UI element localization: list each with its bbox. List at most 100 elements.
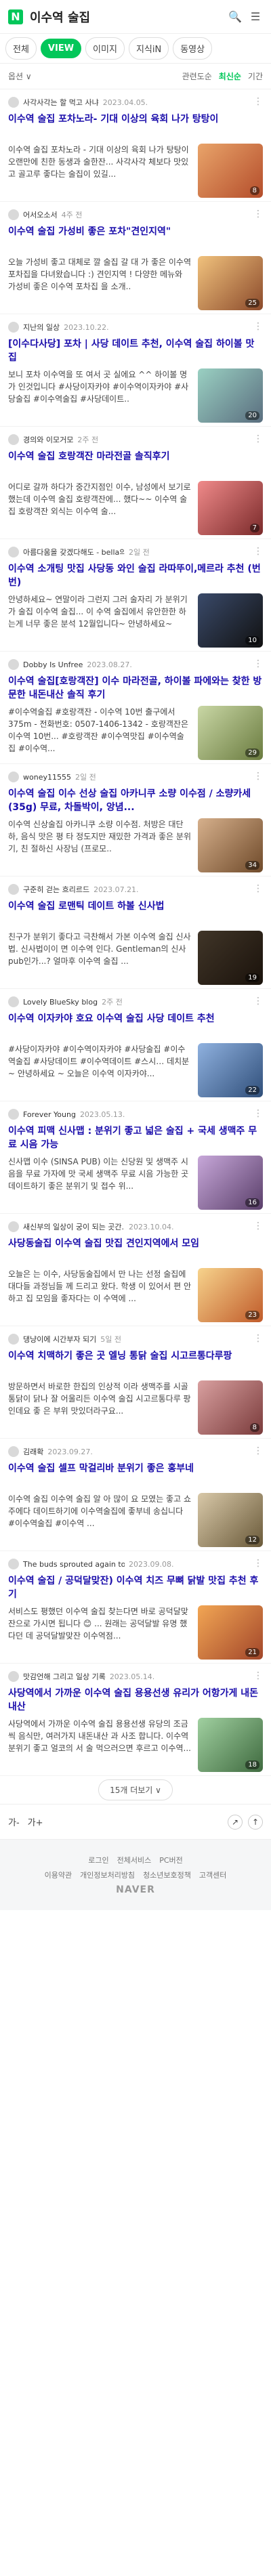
- footer-sub-link-0[interactable]: 이용약관: [45, 1871, 72, 1880]
- post-title[interactable]: 이수역 술집 포차노라- 기대 이상의 육회 나가 탕탕이: [8, 112, 263, 140]
- font-larger-button[interactable]: 가+: [28, 1815, 43, 1828]
- result-item[interactable]: 김래확 2023.09.27. ⋮ 이수역 술집 셀프 막걸리바 분위기 좋은 …: [0, 1439, 271, 1551]
- result-item[interactable]: 아름다움을 갖겠다해도 - bella의 잡.. 2일 전 ⋮ 이수역 소개팅 …: [0, 539, 271, 652]
- result-item[interactable]: 새신부의 일상이 궁이 되는 곳간... 2023.10.04. ⋮ 사당동술집…: [0, 1214, 271, 1326]
- result-item[interactable]: woney11555 2일 전 ⋮ 이수역 술집 이수 선상 술집 아카니쿠 소…: [0, 764, 271, 877]
- tab-2[interactable]: 이미지: [85, 37, 125, 60]
- post-title[interactable]: 사당동술집 이수역 술집 맛집 견인지역에서 모임: [8, 1237, 263, 1264]
- post-thumbnail[interactable]: 23: [198, 1268, 263, 1322]
- author-name[interactable]: Forever Young: [23, 1110, 76, 1119]
- more-icon[interactable]: ⋮: [253, 658, 263, 669]
- post-title[interactable]: 이수역 치맥하기 좋은 곳 엘닝 통닭 술집 시고르통다루팡: [8, 1349, 263, 1376]
- post-thumbnail[interactable]: 19: [198, 931, 263, 985]
- post-thumbnail[interactable]: 20: [198, 368, 263, 423]
- post-thumbnail[interactable]: 10: [198, 593, 263, 648]
- font-smaller-button[interactable]: 가-: [8, 1815, 20, 1828]
- author-name[interactable]: 맛감언해 그리고 일상 기록: [23, 1671, 106, 1682]
- result-item[interactable]: 사각사각는 할 먹고 사냐 2023.04.05. ⋮ 이수역 술집 포차노라-…: [0, 89, 271, 202]
- more-icon[interactable]: ⋮: [253, 1445, 263, 1456]
- filter-option-0[interactable]: 관련도순: [182, 70, 212, 82]
- footer-sub-link-1[interactable]: 개인정보처리방침: [80, 1871, 135, 1880]
- author-name[interactable]: Dobby Is Unfree: [23, 660, 83, 669]
- result-item[interactable]: Dobby Is Unfree 2023.08.27. ⋮ 이수역 술집[호랑객…: [0, 652, 271, 764]
- author-name[interactable]: 어서오소서: [23, 209, 58, 220]
- author-name[interactable]: 댕냥이에 시간부자 되기: [23, 1334, 96, 1345]
- author-name[interactable]: 경의와 이모거모: [23, 434, 73, 445]
- tab-3[interactable]: 지식iN: [128, 37, 169, 60]
- post-title[interactable]: 이수역 소개팅 맛집 사당동 와인 술집 라따뚜이,메르라 추천 (번번): [8, 562, 263, 589]
- tab-1[interactable]: VIEW: [40, 39, 82, 58]
- post-thumbnail[interactable]: 8: [198, 144, 263, 198]
- footer-link-1[interactable]: 전체서비스: [117, 1856, 152, 1865]
- filter-option-1[interactable]: 최신순: [219, 70, 241, 82]
- more-icon[interactable]: ⋮: [253, 1108, 263, 1119]
- tab-4[interactable]: 동영상: [173, 37, 213, 60]
- search-query[interactable]: 이수역 술집: [30, 8, 222, 26]
- post-thumbnail[interactable]: 7: [198, 481, 263, 535]
- post-thumbnail[interactable]: 25: [198, 256, 263, 310]
- author-name[interactable]: 사각사각는 할 먹고 사냐: [23, 97, 99, 108]
- author-name[interactable]: 지난의 일상: [23, 322, 60, 333]
- post-thumbnail[interactable]: 29: [198, 706, 263, 760]
- more-icon[interactable]: ⋮: [253, 209, 263, 219]
- result-item[interactable]: Lovely BlueSky blog 2주 전 ⋮ 이수역 이자카야 호요 이…: [0, 989, 271, 1101]
- result-item[interactable]: 경의와 이모거모 2주 전 ⋮ 이수역 술집 호랑객잔 마라전골 솔직후기 어디…: [0, 427, 271, 539]
- post-thumbnail[interactable]: 22: [198, 1043, 263, 1097]
- author-name[interactable]: 김래확: [23, 1446, 43, 1457]
- search-icon[interactable]: 🔍: [228, 9, 243, 24]
- post-title[interactable]: 이수역 술집 이수 선상 술집 아카니쿠 소량 이수점 / 소량카세(35g) …: [8, 787, 263, 814]
- author-name[interactable]: 새신부의 일상이 궁이 되는 곳간...: [23, 1221, 125, 1232]
- result-item[interactable]: 댕냥이에 시간부자 되기 5일 전 ⋮ 이수역 치맥하기 좋은 곳 엘닝 통닭 …: [0, 1326, 271, 1439]
- more-icon[interactable]: ⋮: [253, 771, 263, 782]
- menu-icon[interactable]: ☰: [248, 9, 263, 24]
- footer-sub-link-2[interactable]: 청소년보호정책: [143, 1871, 191, 1880]
- author-name[interactable]: woney11555: [23, 773, 71, 782]
- options-toggle[interactable]: 옵션 ∨: [8, 70, 175, 82]
- post-title[interactable]: 이수역 피맥 신사맵 : 분위기 좋고 넓은 술집 + 국세 생맥주 무료 시음…: [8, 1124, 263, 1152]
- tab-0[interactable]: 전체: [5, 37, 37, 60]
- post-title[interactable]: 이수역 술집 셀프 막걸리바 분위기 좋은 홍부네: [8, 1462, 263, 1489]
- result-item[interactable]: 어서오소서 4주 전 ⋮ 이수역 술집 가성비 좋은 포차"견인지역" 오늘 가…: [0, 202, 271, 314]
- footer-link-2[interactable]: PC버전: [159, 1856, 183, 1865]
- result-item[interactable]: 구준히 걷는 흐리르드 2023.07.21. ⋮ 이수역 술집 로맨틱 데이트…: [0, 877, 271, 989]
- author-name[interactable]: Lovely BlueSky blog: [23, 998, 98, 1007]
- post-title[interactable]: 이수역 이자카야 호요 이수역 술집 사당 데이트 추천: [8, 1012, 263, 1039]
- post-thumbnail[interactable]: 34: [198, 818, 263, 872]
- post-title[interactable]: 이수역 술집 로맨틱 데이트 하볼 신사법: [8, 900, 263, 927]
- more-icon[interactable]: ⋮: [253, 883, 263, 894]
- post-title[interactable]: 사당역에서 가까운 이수역 술집 용용선생 유리가 어항가게 내돈내산: [8, 1687, 263, 1714]
- post-thumbnail[interactable]: 21: [198, 1605, 263, 1660]
- post-thumbnail[interactable]: 16: [198, 1156, 263, 1210]
- load-more-button[interactable]: 15개 더보기 ∨: [98, 1779, 173, 1800]
- more-icon[interactable]: ⋮: [253, 546, 263, 557]
- more-icon[interactable]: ⋮: [253, 1221, 263, 1231]
- footer-link-0[interactable]: 로그인: [88, 1856, 108, 1865]
- more-icon[interactable]: ⋮: [253, 1558, 263, 1569]
- post-title[interactable]: 이수역 술집 호랑객잔 마라전골 솔직후기: [8, 450, 263, 477]
- author-name[interactable]: 아름다움을 갖겠다해도 - bella의 잡..: [23, 547, 125, 557]
- post-thumbnail[interactable]: 12: [198, 1493, 263, 1547]
- post-thumbnail[interactable]: 8: [198, 1380, 263, 1435]
- more-icon[interactable]: ⋮: [253, 1333, 263, 1344]
- naver-logo[interactable]: N: [8, 9, 23, 24]
- result-item[interactable]: 맛감언해 그리고 일상 기록 2023.05.14. ⋮ 사당역에서 가까운 이…: [0, 1664, 271, 1776]
- more-icon[interactable]: ⋮: [253, 321, 263, 332]
- result-item[interactable]: Forever Young 2023.05.13. ⋮ 이수역 피맥 신사맵 :…: [0, 1101, 271, 1214]
- result-item[interactable]: 지난의 일상 2023.10.22. ⋮ [이수다사당] 포차 | 사당 데이트…: [0, 314, 271, 427]
- post-thumbnail[interactable]: 18: [198, 1718, 263, 1772]
- share-icon[interactable]: ↗: [228, 1814, 243, 1830]
- post-title[interactable]: [이수다사당] 포차 | 사당 데이트 추천, 이수역 술집 하이볼 맛집: [8, 337, 263, 364]
- author-name[interactable]: The buds sprouted again today: [23, 1560, 125, 1569]
- post-title[interactable]: 이수역 술집 / 공덕달맞잔) 이수역 치즈 무뼈 닭발 맛집 추천 후기: [8, 1574, 263, 1601]
- author-name[interactable]: 구준히 걷는 흐리르드: [23, 884, 89, 895]
- footer-sub-link-3[interactable]: 고객센터: [199, 1871, 226, 1880]
- more-icon[interactable]: ⋮: [253, 996, 263, 1007]
- more-icon[interactable]: ⋮: [253, 1670, 263, 1681]
- top-icon[interactable]: ↑: [248, 1814, 263, 1830]
- filter-option-2[interactable]: 기간: [248, 70, 263, 82]
- result-item[interactable]: The buds sprouted again today 2023.09.08…: [0, 1551, 271, 1664]
- more-icon[interactable]: ⋮: [253, 96, 263, 107]
- post-title[interactable]: 이수역 술집[호랑객잔] 이수 마라전골, 하이볼 파에와는 찾한 방문한 내돈…: [8, 675, 263, 702]
- post-title[interactable]: 이수역 술집 가성비 좋은 포차"견인지역": [8, 225, 263, 252]
- more-icon[interactable]: ⋮: [253, 434, 263, 444]
